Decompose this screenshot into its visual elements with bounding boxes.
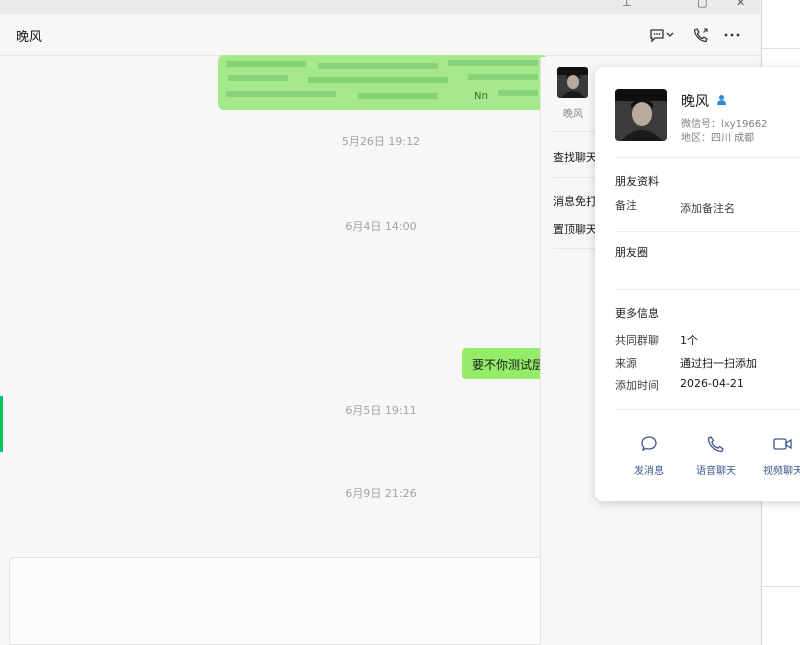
phone-icon <box>686 433 746 455</box>
mute-row[interactable]: 消息免打 <box>553 193 597 209</box>
active-indicator <box>0 396 3 452</box>
chat-title: 晚风 <box>16 30 43 45</box>
blurred-message-bubble: Nп <box>218 55 548 110</box>
maximize-icon[interactable]: ▢ <box>697 0 707 9</box>
region: 地区：四川 成都 <box>681 133 755 144</box>
voice-call-label: 语音聊天 <box>696 466 736 477</box>
find-chat-row[interactable]: 查找聊天 <box>553 149 597 165</box>
remark-label: 备注 <box>615 199 637 212</box>
avatar[interactable] <box>557 67 588 98</box>
member-name: 晚风 <box>563 109 583 120</box>
video-call-label: 视频聊天 <box>763 466 800 477</box>
chevron-down-icon[interactable] <box>664 24 676 46</box>
voice-call-button[interactable]: 语音聊天 <box>686 433 746 477</box>
source-value: 通过扫一扫添加 <box>680 357 757 370</box>
remark-field[interactable]: 添加备注名 <box>680 200 735 216</box>
divider <box>615 157 800 158</box>
added-time-label: 添加时间 <box>615 379 659 392</box>
blurred-text-fragment: Nп <box>473 91 488 102</box>
moments-link[interactable]: 朋友圈 <box>615 244 648 260</box>
outgoing-message-bubble[interactable]: 要不你测试层 <box>462 348 552 379</box>
send-message-button[interactable]: 发消息 <box>619 433 679 477</box>
common-groups-value[interactable]: 1个 <box>680 332 698 348</box>
window-titlebar: ⊥ ▢ ✕ <box>0 0 760 14</box>
profile-avatar[interactable] <box>615 89 667 141</box>
pin-chat-row[interactable]: 置顶聊天 <box>553 221 597 237</box>
call-icon[interactable] <box>690 24 712 46</box>
message-input[interactable] <box>9 557 549 645</box>
timestamp: 6月5日 19:11 <box>345 404 417 417</box>
video-camera-icon <box>753 433 800 455</box>
source-label: 来源 <box>615 357 637 370</box>
wechat-id: 微信号：lxy19662 <box>681 119 768 130</box>
divider <box>615 231 800 232</box>
timestamp: 5月26日 19:12 <box>341 135 421 148</box>
more-info-heading: 更多信息 <box>615 307 659 320</box>
divider <box>615 409 800 410</box>
timestamp: 6月9日 21:26 <box>345 487 417 500</box>
chat-bubble-icon <box>619 433 679 455</box>
pin-icon[interactable]: ⊥ <box>622 0 632 9</box>
user-icon <box>716 94 727 108</box>
video-call-button[interactable]: 视频聊天 <box>753 433 800 477</box>
more-icon[interactable] <box>721 24 743 46</box>
divider <box>615 289 800 290</box>
added-time-value: 2026-04-21 <box>680 377 744 390</box>
friend-profile-heading: 朋友资料 <box>615 175 659 188</box>
common-groups-label: 共同群聊 <box>615 334 659 347</box>
profile-card: 晚风 微信号：lxy19662 地区：四川 成都 朋友资料 备注 添加备注名 朋… <box>595 67 800 501</box>
close-icon[interactable]: ✕ <box>736 0 745 9</box>
timestamp: 6月4日 14:00 <box>345 220 417 233</box>
chat-header: 晚风 <box>0 14 760 56</box>
profile-name: 晚风 <box>681 94 709 110</box>
send-message-label: 发消息 <box>634 466 664 477</box>
